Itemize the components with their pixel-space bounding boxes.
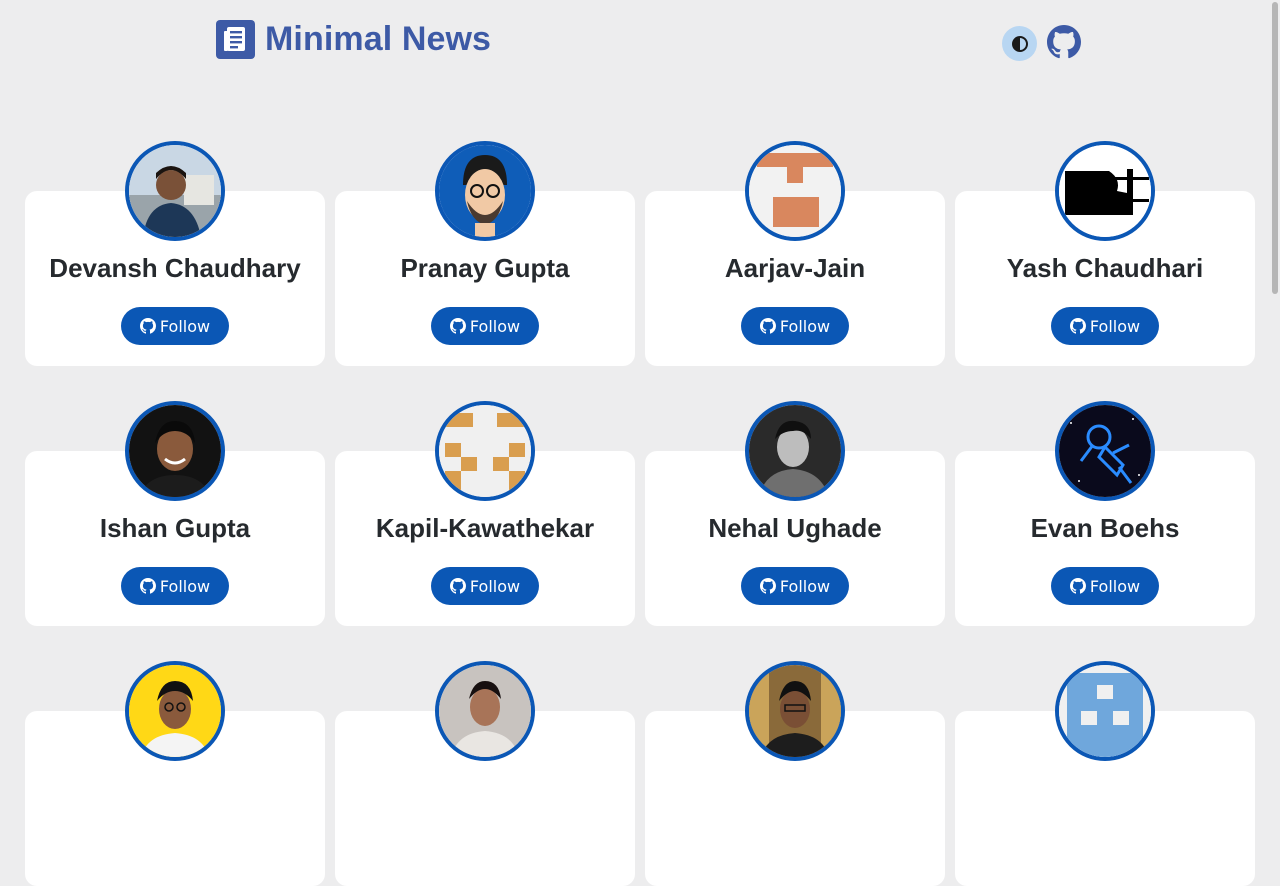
site-title: Minimal News — [265, 20, 492, 58]
avatar[interactable] — [1055, 401, 1155, 501]
brand-home-link[interactable]: Minimal News — [216, 20, 491, 59]
avatar[interactable] — [745, 401, 845, 501]
contributor-name: Evan Boehs — [1030, 513, 1180, 543]
contributor-card: Pranay Gupta Follow — [335, 141, 635, 366]
contributor-card: Yash Chaudhari Follow — [955, 141, 1255, 366]
avatar[interactable] — [125, 401, 225, 501]
contributor-name: Kapil-Kawathekar — [375, 513, 595, 543]
contributor-name: Devansh Chaudhary — [49, 253, 301, 283]
github-icon — [759, 318, 776, 334]
contributor-card: Nehal Ughade Follow — [645, 401, 945, 626]
avatar[interactable] — [435, 661, 535, 761]
github-icon — [759, 578, 776, 594]
github-icon — [1069, 578, 1086, 594]
github-icon — [1069, 318, 1086, 334]
follow-label: Follow — [779, 576, 831, 596]
follow-button[interactable]: Follow — [121, 307, 229, 345]
avatar[interactable] — [1055, 661, 1155, 761]
contributor-card: Kapil-Kawathekar Follow — [335, 401, 635, 626]
scrollbar-thumb[interactable] — [1272, 2, 1278, 294]
contrast-icon — [1011, 35, 1028, 52]
contributor-card — [955, 661, 1255, 886]
contributor-card: Devansh Chaudhary Follow — [25, 141, 325, 366]
contributor-name: Pranay Gupta — [400, 253, 570, 283]
contributor-card — [645, 661, 945, 886]
avatar[interactable] — [745, 141, 845, 241]
contributor-name: Nehal Ughade — [708, 513, 882, 543]
follow-label: Follow — [469, 316, 521, 336]
github-icon — [139, 318, 156, 334]
avatar[interactable] — [435, 141, 535, 241]
follow-button[interactable]: Follow — [1051, 307, 1159, 345]
scrollbar[interactable] — [1270, 0, 1280, 720]
contributor-name: Aarjav-Jain — [724, 253, 866, 283]
avatar[interactable] — [125, 141, 225, 241]
contributor-name: Yash Chaudhari — [1006, 253, 1204, 283]
avatar[interactable] — [745, 661, 845, 761]
follow-button[interactable]: Follow — [121, 567, 229, 605]
github-icon — [1046, 24, 1081, 58]
follow-button[interactable]: Follow — [741, 307, 849, 345]
avatar[interactable] — [435, 401, 535, 501]
follow-button[interactable]: Follow — [741, 567, 849, 605]
follow-button[interactable]: Follow — [431, 567, 539, 605]
github-repo-link[interactable] — [1046, 24, 1081, 59]
github-icon — [139, 578, 156, 594]
follow-label: Follow — [1089, 576, 1141, 596]
follow-label: Follow — [159, 576, 211, 596]
github-icon — [449, 578, 466, 594]
follow-label: Follow — [1089, 316, 1141, 336]
github-icon — [449, 318, 466, 334]
avatar[interactable] — [125, 661, 225, 761]
avatar[interactable] — [1055, 141, 1155, 241]
contributor-name: Ishan Gupta — [99, 513, 251, 543]
newspaper-icon — [216, 20, 255, 59]
contributor-card: Evan Boehs Follow — [955, 401, 1255, 626]
contributor-card — [25, 661, 325, 886]
contributor-card — [335, 661, 635, 886]
contributor-card: Aarjav-Jain Follow — [645, 141, 945, 366]
theme-toggle-button[interactable] — [1002, 26, 1037, 61]
follow-label: Follow — [159, 316, 211, 336]
follow-button[interactable]: Follow — [1051, 567, 1159, 605]
follow-label: Follow — [779, 316, 831, 336]
follow-button[interactable]: Follow — [431, 307, 539, 345]
contributor-card: Ishan Gupta Follow — [25, 401, 325, 626]
follow-label: Follow — [469, 576, 521, 596]
